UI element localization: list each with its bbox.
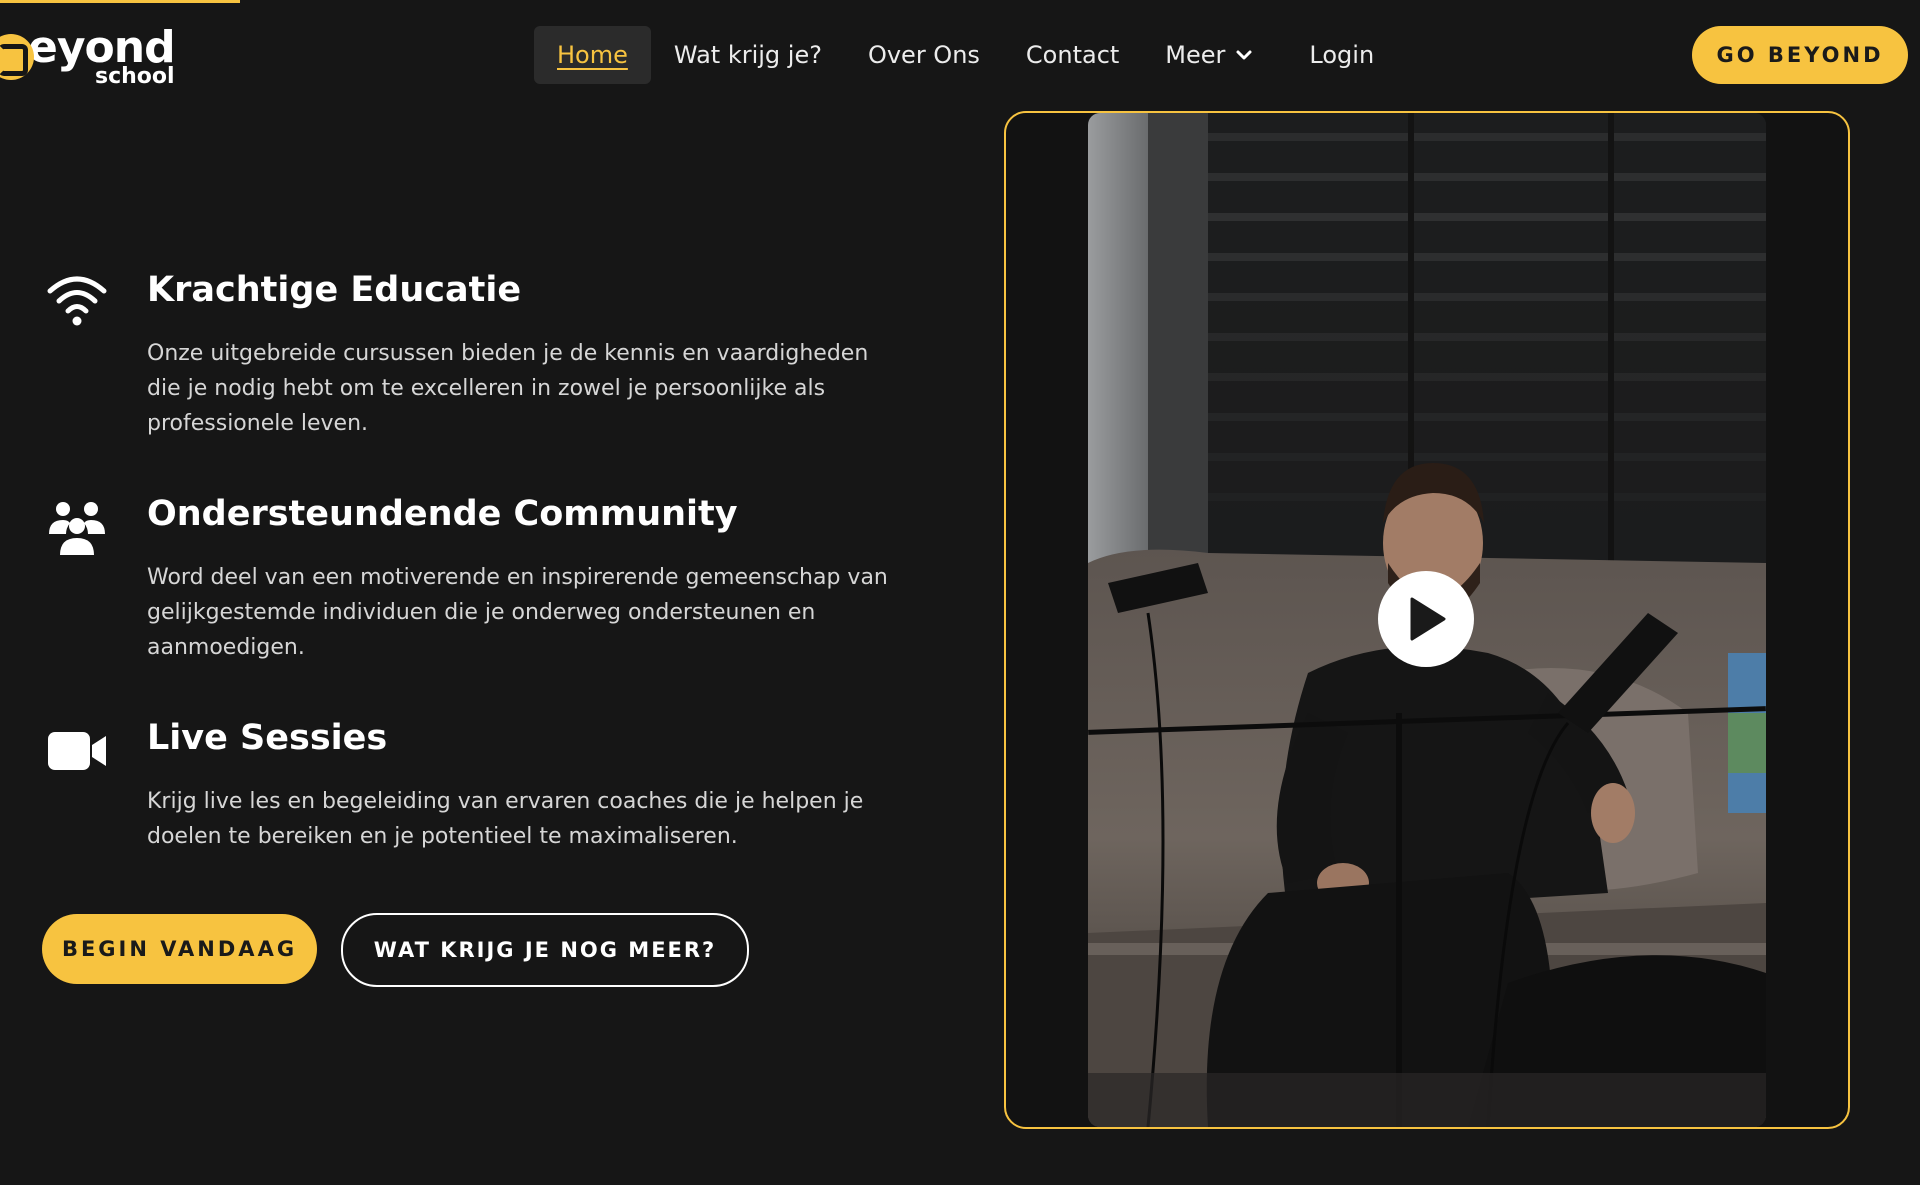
feature-title: Ondersteundende Community bbox=[147, 494, 738, 534]
feature-title: Live Sessies bbox=[147, 718, 388, 758]
begin-vandaag-button[interactable]: BEGIN VANDAAG bbox=[42, 914, 317, 984]
logo-sub-text: school bbox=[95, 64, 175, 89]
wat-krijg-je-nog-meer-button[interactable]: WAT KRIJG JE NOG MEER? bbox=[341, 913, 749, 987]
go-beyond-button[interactable]: GO BEYOND bbox=[1692, 26, 1908, 84]
video-camera-icon bbox=[46, 720, 108, 782]
nav-item-over-ons[interactable]: Over Ons bbox=[845, 26, 1003, 84]
feature-title: Krachtige Educatie bbox=[147, 270, 522, 310]
play-button[interactable] bbox=[1378, 571, 1474, 667]
logo[interactable]: eyond school bbox=[0, 22, 176, 92]
users-icon bbox=[46, 496, 108, 558]
feature-description: Word deel van een motiverende en inspire… bbox=[147, 565, 888, 660]
wifi-icon bbox=[46, 268, 108, 330]
nav-item-meer[interactable]: Meer bbox=[1142, 26, 1276, 84]
nav-item-home[interactable]: Home bbox=[534, 26, 651, 84]
chevron-down-icon bbox=[1236, 50, 1252, 60]
page: eyond school Home Wat krijg je? Over Ons… bbox=[0, 0, 1920, 1185]
feature-description: Onze uitgebreide cursussen bieden je de … bbox=[147, 341, 869, 436]
nav-item-login[interactable]: Login bbox=[1286, 26, 1397, 84]
feature-description: Krijg live les en begeleiding van ervare… bbox=[147, 789, 864, 849]
nav-item-wat-krijg-je[interactable]: Wat krijg je? bbox=[651, 26, 845, 84]
top-accent-bar bbox=[0, 0, 240, 3]
main-nav: Home Wat krijg je? Over Ons Contact Meer… bbox=[534, 26, 1397, 84]
nav-item-meer-label: Meer bbox=[1165, 41, 1226, 69]
play-icon bbox=[1410, 597, 1446, 641]
nav-item-contact[interactable]: Contact bbox=[1003, 26, 1142, 84]
